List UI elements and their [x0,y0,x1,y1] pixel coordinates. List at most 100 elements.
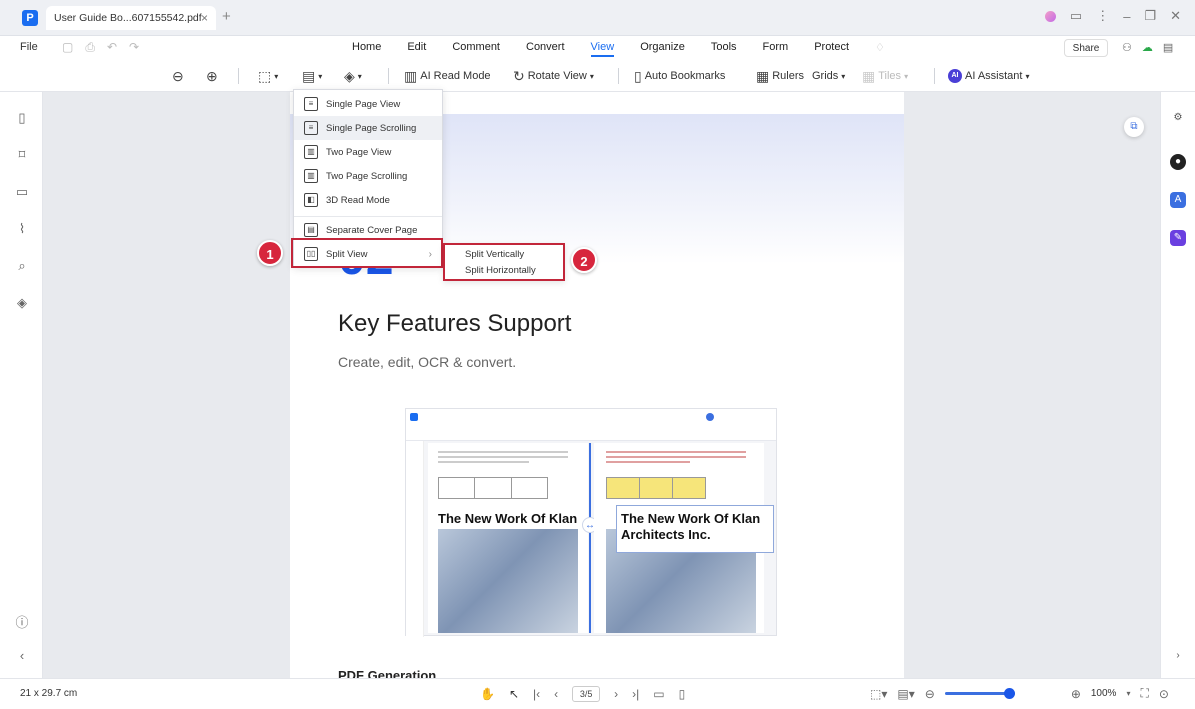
more-icon[interactable]: ⋮ [1096,8,1109,24]
print-icon[interactable]: ⎙ [85,40,95,55]
menu-edit[interactable]: Edit [407,41,426,57]
translate-icon[interactable]: A [1170,192,1186,208]
hand-tool-icon[interactable]: ✋ [480,687,495,701]
restore-button[interactable]: ❐ [1144,8,1156,24]
menu-organize[interactable]: Organize [640,41,685,57]
ai-assistant-icon: AI [948,69,962,83]
zoom-slider[interactable] [944,688,1015,699]
grids-button[interactable]: Grids ▾ [812,66,845,86]
zoom-slider-knob[interactable] [1003,688,1015,699]
two-page-scroll-icon: ▥ [304,169,318,183]
search-icon[interactable]: ⌕ [14,258,30,274]
embedded-heading-right: The New Work Of Klan Architects Inc. [621,511,761,542]
tiles-button[interactable]: ▦ Tiles ▾ [862,66,908,86]
menu-bar: File ▢ ⎙ ↶ ↷ Home Edit Comment Convert V… [0,36,1195,60]
ai-chat-icon[interactable]: ● [1170,154,1186,170]
split-vertically-item[interactable]: Split Vertically [465,249,524,260]
attachment-icon[interactable]: ⌇ [14,221,30,237]
single-page-view-item[interactable]: ≡ Single Page View [294,92,442,116]
close-window-button[interactable]: ✕ [1170,8,1181,24]
fullscreen-icon[interactable]: ⛶ [1140,686,1148,701]
zoom-in-button[interactable]: ⊕ [206,66,218,86]
tiles-icon: ▦ [862,67,876,84]
bookmark-panel-icon[interactable]: ⌑ [14,147,30,163]
prev-page-icon[interactable]: ‹ [554,687,558,701]
two-page-view-label: Two Page View [326,146,392,158]
zoom-value[interactable]: 100% [1091,688,1117,699]
page-thumbnails-icon[interactable]: ▯ [14,110,30,126]
rotate-icon: ↻ [513,67,525,84]
avatar[interactable] [1044,10,1056,22]
comment-panel-icon[interactable]: ▭ [14,184,30,200]
menu-convert[interactable]: Convert [526,41,565,57]
fit-page-icon[interactable]: ▭ [653,687,664,701]
embedded-toolbar [406,409,776,441]
zoom-out-small-icon[interactable]: ⊖ [925,687,935,701]
ai-read-mode-button[interactable]: ▥ AI Read Mode [404,66,491,86]
rulers-button[interactable]: ▦ Rulers [756,66,804,86]
zoom-out-icon: ⊖ [172,67,184,84]
rulers-label: Rulers [772,70,805,82]
minimize-button[interactable]: – [1123,9,1130,24]
3d-read-mode-item[interactable]: ◧ 3D Read Mode [294,188,442,212]
layout-icon[interactable]: ▭ [1070,8,1082,24]
menu-tools[interactable]: Tools [711,41,737,57]
book-icon: ◧ [304,193,318,207]
people-icon[interactable]: ⚇ [1122,41,1132,54]
menu-protect[interactable]: Protect [814,41,849,57]
split-horizontally-item[interactable]: Split Horizontally [465,265,536,276]
select-mode-icon[interactable]: ⬚▾ [870,687,887,701]
fit-width-icon[interactable]: ▯ [679,687,686,701]
fill-color-button[interactable]: ◈ ▾ [344,66,362,86]
save-icon[interactable]: ▢ [62,40,73,55]
collapse-left-icon[interactable]: ‹ [14,648,30,664]
file-menu[interactable]: File [20,41,38,53]
page-subtitle: Create, edit, OCR & convert. [338,354,517,370]
redo-icon[interactable]: ↷ [129,40,139,55]
help-icon[interactable]: ⓘ [14,612,30,630]
embedded-screenshot: The New Work Of Klan Architects Inc. ↔ T… [405,408,777,637]
collapse-right-icon[interactable]: › [1170,648,1186,664]
page-number-input[interactable]: 3/5 [572,686,601,702]
select-tool-button[interactable]: ⬚ ▾ [258,66,278,86]
zoom-in-small-icon[interactable]: ⊕ [1071,687,1081,701]
undo-icon[interactable]: ↶ [107,40,117,55]
document-tab[interactable]: User Guide Bo...607155542.pdf × [46,6,216,30]
two-page-view-item[interactable]: ▥ Two Page View [294,140,442,164]
ai-assistant-button[interactable]: AI AI Assistant ▾ [948,66,1030,86]
zoom-out-button[interactable]: ⊖ [172,66,184,86]
ai-assistant-label: AI Assistant [965,70,1023,82]
panel-icon[interactable]: ▤ [1163,41,1173,54]
cloud-icon[interactable]: ☁ [1142,41,1153,54]
settings-circle-icon[interactable]: ⊙ [1159,687,1169,701]
page-layout-button[interactable]: ▤ ▾ [302,66,322,86]
last-page-icon[interactable]: ›| [632,687,639,701]
bookmark-icon: ▯ [634,67,642,84]
scroll-page-icon: ≡ [304,121,318,135]
read-mode-icon: ▥ [404,67,418,84]
auto-bookmarks-button[interactable]: ▯ Auto Bookmarks [634,66,725,86]
menu-view[interactable]: View [590,41,615,57]
edit-note-icon[interactable]: ✎ [1170,230,1186,246]
zoom-dropdown-icon[interactable]: ▾ [1126,689,1130,698]
view-toolbar: ⊖ ⊕ ⬚ ▾ ▤ ▾ ◈ ▾ ▥ AI Read Mode ↻ Rotate View ▾… [0,60,1195,92]
menu-form[interactable]: Form [763,41,789,57]
lightbulb-icon[interactable]: ♢ [875,41,885,57]
properties-icon[interactable]: ⚙ [1170,110,1186,126]
close-tab-icon[interactable]: × [201,11,208,25]
menu-comment[interactable]: Comment [452,41,500,57]
two-page-scrolling-item[interactable]: ▥ Two Page Scrolling [294,164,442,188]
menu-home[interactable]: Home [352,41,381,57]
rotate-view-button[interactable]: ↻ Rotate View ▾ [513,66,594,86]
floating-translate-button[interactable]: ⧉ [1124,117,1144,137]
first-page-icon[interactable]: |‹ [533,687,540,701]
page-mode-icon[interactable]: ▤▾ [897,687,914,701]
select-tool-icon[interactable]: ↖ [509,687,519,701]
next-page-icon[interactable]: › [614,687,618,701]
share-button[interactable]: Share [1064,39,1108,57]
new-tab-button[interactable]: + [222,8,231,25]
ruler-icon: ▦ [756,67,770,84]
title-bar: P User Guide Bo...607155542.pdf × + ▭ ⋮ … [0,0,1195,36]
single-page-scrolling-item[interactable]: ≡ Single Page Scrolling [294,116,442,140]
layers-icon[interactable]: ◈ [14,295,30,311]
